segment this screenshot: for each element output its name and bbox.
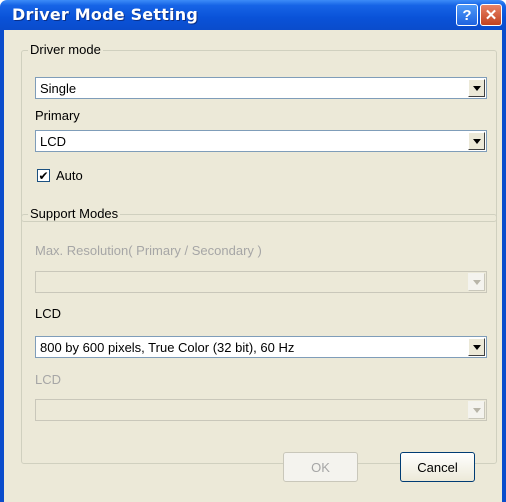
lcd-resolution-dropdown-button[interactable] [468,338,485,356]
driver-mode-dropdown-button[interactable] [468,79,485,97]
dialog-client-area: Driver mode Single Primary LCD ✔ Auto Su… [4,30,502,502]
primary-label: Primary [35,108,80,123]
secondary-lcd-label: LCD [35,372,62,387]
lcd-label: LCD [35,306,62,321]
lcd-resolution-value: 800 by 600 pixels, True Color (32 bit), … [40,340,295,355]
dialog-title: Driver Mode Setting [12,5,198,24]
support-modes-legend: Support Modes [28,206,121,221]
primary-display-select[interactable]: LCD [35,130,487,152]
driver-mode-setting-dialog: Driver Mode Setting ? ✕ Driver mode Sing… [0,0,506,502]
cancel-button[interactable]: Cancel [400,452,475,482]
help-button[interactable]: ? [456,4,478,26]
ok-button-label: OK [311,459,330,475]
primary-dropdown-button[interactable] [468,132,485,150]
checkmark-icon: ✔ [38,168,49,183]
driver-mode-select[interactable]: Single [35,77,487,99]
max-resolution-dropdown-button[interactable] [468,273,485,291]
driver-mode-value: Single [40,81,77,96]
auto-checkbox[interactable]: ✔ [37,169,50,182]
title-bar[interactable]: Driver Mode Setting ? ✕ [0,0,506,30]
chevron-down-icon [472,138,481,144]
secondary-lcd-select[interactable] [35,399,487,421]
driver-mode-legend: Driver mode [28,42,103,57]
primary-display-value: LCD [40,134,67,149]
close-button[interactable]: ✕ [480,4,502,26]
window-frame-right [502,30,506,502]
chevron-down-icon [472,407,481,413]
lcd-resolution-select[interactable]: 800 by 600 pixels, True Color (32 bit), … [35,336,487,358]
help-icon: ? [462,6,472,24]
cancel-button-label: Cancel [417,459,458,475]
chevron-down-icon [472,344,481,350]
close-icon: ✕ [484,7,498,24]
auto-label[interactable]: Auto [56,168,83,183]
max-resolution-select[interactable] [35,271,487,293]
secondary-lcd-dropdown-button[interactable] [468,401,485,419]
max-resolution-label: Max. Resolution( Primary / Secondary ) [35,243,262,258]
chevron-down-icon [472,279,481,285]
ok-button[interactable]: OK [283,452,358,482]
chevron-down-icon [472,85,481,91]
